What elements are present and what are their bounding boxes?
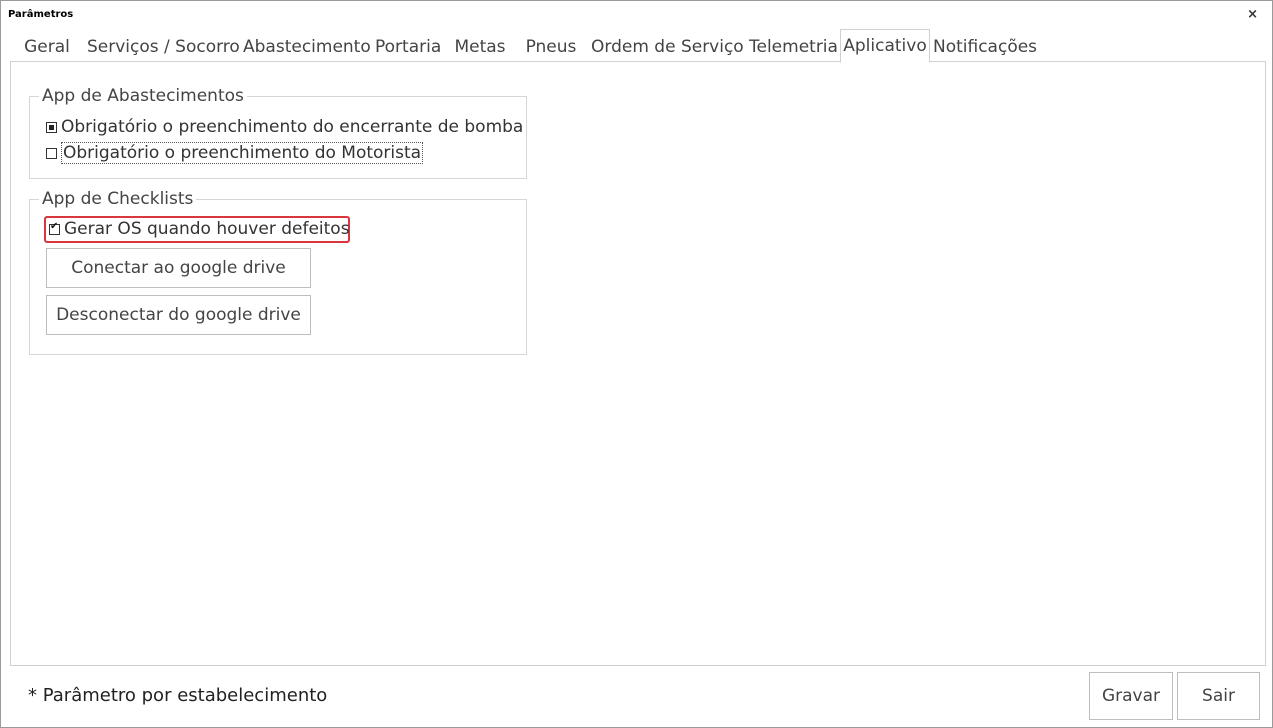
- connect-google-drive-button[interactable]: Conectar ao google drive: [46, 248, 311, 288]
- parametros-window: Parâmetros × Geral Serviços / Socorro Ab…: [0, 0, 1273, 728]
- tab-aplicativo[interactable]: Aplicativo: [840, 29, 930, 63]
- app-checklists-legend: App de Checklists: [42, 189, 194, 209]
- title-bar: Parâmetros ×: [1, 1, 1272, 27]
- window-title: Parâmetros: [8, 9, 74, 20]
- tab-servicos-socorro[interactable]: Serviços / Socorro: [87, 33, 240, 61]
- tab-strip: Geral Serviços / Socorro Abastecimento P…: [11, 29, 1265, 63]
- tab-pneus[interactable]: Pneus: [523, 33, 579, 61]
- tab-metas[interactable]: Metas: [451, 33, 509, 61]
- save-button[interactable]: Gravar: [1089, 672, 1173, 720]
- app-abastecimentos-legend: App de Abastecimentos: [42, 86, 244, 106]
- tab-geral[interactable]: Geral: [17, 33, 77, 61]
- checkbox-encerrante-bomba[interactable]: Obrigatório o preenchimento do encerrant…: [46, 116, 523, 138]
- checkbox-gerar-os[interactable]: Gerar OS quando houver defeitos: [49, 218, 350, 240]
- checkbox-unchecked-icon[interactable]: [46, 147, 57, 159]
- checkbox-motorista-label: Obrigatório o preenchimento do Motorista: [61, 142, 424, 164]
- checkbox-indeterminate-icon[interactable]: [46, 121, 57, 133]
- tab-portaria[interactable]: Portaria: [375, 33, 441, 61]
- tab-notificacoes[interactable]: Notificações: [933, 33, 1037, 61]
- checkbox-motorista[interactable]: Obrigatório o preenchimento do Motorista: [46, 142, 424, 164]
- disconnect-google-drive-button[interactable]: Desconectar do google drive: [46, 295, 311, 335]
- exit-button[interactable]: Sair: [1177, 672, 1260, 720]
- footer-note: * Parâmetro por estabelecimento: [28, 685, 328, 706]
- checkbox-checked-icon[interactable]: [49, 221, 60, 235]
- aplicativo-panel: App de Abastecimentos Obrigatório o pree…: [10, 61, 1266, 666]
- tab-abastecimento[interactable]: Abastecimento: [243, 33, 371, 61]
- checkbox-encerrante-bomba-label: Obrigatório o preenchimento do encerrant…: [61, 117, 524, 137]
- footer-divider: [10, 665, 1266, 666]
- close-icon[interactable]: ×: [1247, 7, 1258, 22]
- checkbox-gerar-os-label: Gerar OS quando houver defeitos: [64, 219, 350, 239]
- tab-telemetria[interactable]: Telemetria: [749, 33, 838, 61]
- tab-ordem-de-servico[interactable]: Ordem de Serviço: [591, 33, 744, 61]
